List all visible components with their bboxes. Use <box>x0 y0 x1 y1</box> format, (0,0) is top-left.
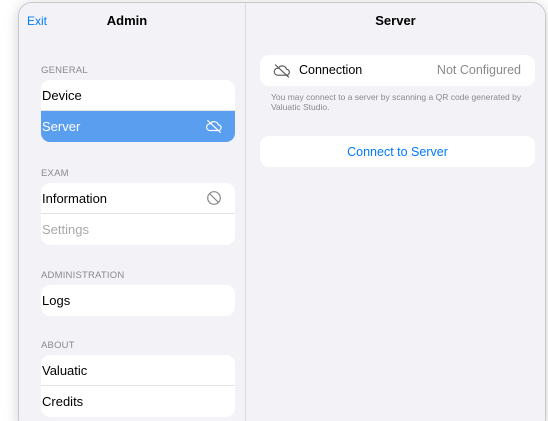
sidebar-item-label: Settings <box>42 222 89 237</box>
sidebar-item-label: Server <box>42 119 81 134</box>
app-window: Exit Admin GENERAL Device Server EXAM In… <box>18 2 546 421</box>
sidebar-item-device[interactable]: Device <box>41 80 235 111</box>
sidebar-item-label: Device <box>42 88 82 103</box>
sidebar-item-label: Credits <box>42 394 84 409</box>
administration-group: Logs <box>41 285 235 316</box>
sidebar: Exit Admin GENERAL Device Server EXAM In… <box>19 3 246 421</box>
exam-group: Information Settings <box>41 183 235 245</box>
sidebar-item-settings[interactable]: Settings <box>41 214 235 245</box>
cloud-slash-icon <box>205 118 223 134</box>
connection-footnote: You may connect to a server by scanning … <box>271 92 522 112</box>
section-header-administration: ADMINISTRATION <box>41 270 125 281</box>
general-group: Device Server <box>41 80 235 142</box>
section-header-general: GENERAL <box>41 65 88 76</box>
section-header-about: ABOUT <box>41 340 75 351</box>
sidebar-item-label: Valuatic <box>42 363 88 378</box>
sidebar-nav-bar: Exit Admin <box>19 3 245 43</box>
sidebar-item-label: Logs <box>42 293 71 308</box>
connection-row: Connection Not Configured <box>260 55 535 86</box>
connect-to-server-button[interactable]: Connect to Server <box>260 136 535 167</box>
detail-pane: Server Connection Not Configured You may… <box>246 3 545 421</box>
sidebar-item-valuatic[interactable]: Valuatic <box>41 355 235 386</box>
page-title: Server <box>375 13 416 28</box>
sidebar-item-server[interactable]: Server <box>41 111 235 142</box>
sidebar-title: Admin <box>106 13 148 28</box>
sidebar-item-label: Information <box>42 191 108 206</box>
connection-status: Not Configured <box>436 63 521 77</box>
sidebar-item-credits[interactable]: Credits <box>41 386 235 417</box>
cloud-slash-icon <box>272 63 292 78</box>
sidebar-item-information[interactable]: Information <box>41 183 235 214</box>
about-group: Valuatic Credits <box>41 355 235 417</box>
connection-label: Connection <box>299 63 363 77</box>
prohibited-icon <box>205 190 223 206</box>
sidebar-item-logs[interactable]: Logs <box>41 285 235 316</box>
section-header-exam: EXAM <box>41 168 69 179</box>
